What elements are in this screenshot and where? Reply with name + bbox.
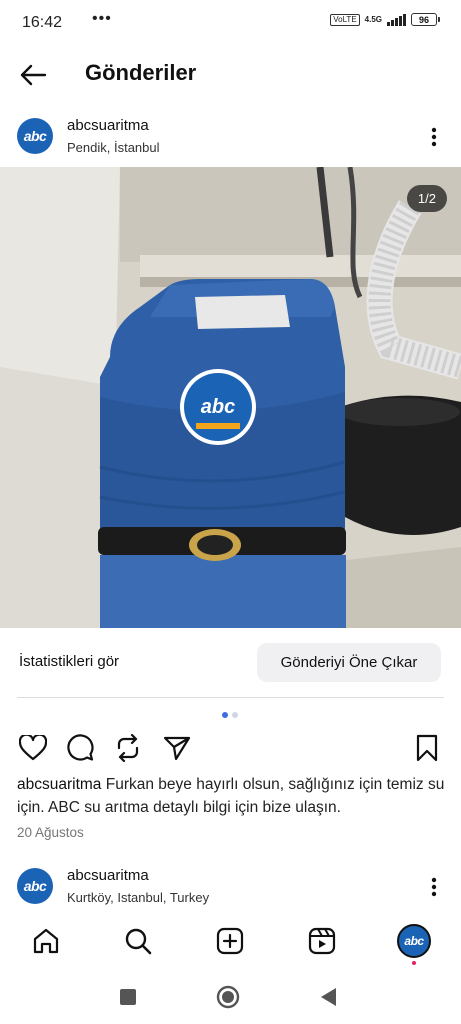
device-logo-text: abc: [201, 396, 235, 418]
profile-avatar-icon: abc: [397, 924, 431, 958]
battery-icon: 96: [411, 13, 440, 26]
carousel-indicator: [222, 712, 238, 718]
nav-search-button[interactable]: [118, 921, 158, 961]
avatar-logo-text: abc: [23, 128, 47, 144]
view-insights-link[interactable]: İstatistikleri gör: [19, 653, 119, 670]
home-icon: [33, 928, 59, 954]
plus-square-icon: [216, 927, 244, 955]
share-button[interactable]: [162, 733, 192, 763]
more-vertical-icon: [431, 877, 437, 897]
reels-icon: [308, 927, 336, 955]
search-icon: [125, 928, 152, 955]
carousel-dot: [232, 712, 238, 718]
heart-icon: [19, 735, 47, 761]
post-avatar[interactable]: abc: [17, 118, 53, 154]
square-icon: [120, 989, 136, 1005]
back-system-button[interactable]: [316, 985, 340, 1009]
notification-dot: [412, 961, 416, 965]
post-image[interactable]: abc 1/2: [0, 167, 461, 628]
post-username[interactable]: abcsuaritma: [67, 117, 149, 134]
next-post-location[interactable]: Kurtköy, Istanbul, Turkey: [67, 890, 209, 905]
volte-icon: VoLTE: [330, 13, 360, 26]
comment-icon: [67, 734, 94, 761]
nav-home-button[interactable]: [26, 921, 66, 961]
avatar-logo-text: abc: [23, 878, 47, 894]
more-vertical-icon: [431, 127, 437, 147]
boost-post-button[interactable]: Gönderiyi Öne Çıkar: [257, 643, 441, 682]
nav-reels-button[interactable]: [302, 921, 342, 961]
bookmark-icon: [416, 734, 438, 762]
repost-icon: [117, 734, 139, 762]
carousel-dot-active: [222, 712, 228, 718]
nav-create-button[interactable]: [210, 921, 250, 961]
image-counter: 1/2: [406, 185, 447, 212]
home-system-button[interactable]: [216, 985, 240, 1009]
page-title: Gönderiler: [85, 60, 197, 85]
comment-button[interactable]: [65, 733, 95, 763]
post-caption: abcsuaritma Furkan beye hayırlı olsun, s…: [17, 773, 447, 819]
caption-username[interactable]: abcsuaritma: [17, 776, 101, 793]
post-location[interactable]: Pendik, İstanbul: [67, 140, 160, 155]
repost-button[interactable]: [113, 733, 143, 763]
divider: [17, 697, 444, 698]
next-post-avatar[interactable]: abc: [17, 868, 53, 904]
avatar-logo-text: abc: [404, 934, 424, 948]
water-purifier-photo: abc: [0, 167, 461, 628]
arrow-left-icon: [20, 64, 47, 86]
status-more-dots: •••: [92, 10, 112, 27]
nav-profile-button[interactable]: abc: [394, 921, 434, 965]
post-more-button[interactable]: [424, 122, 444, 152]
next-post-username[interactable]: abcsuaritma: [67, 867, 149, 884]
bottom-navigation: abc: [0, 918, 461, 965]
signal-icon: [387, 13, 406, 26]
save-button[interactable]: [412, 733, 442, 763]
status-time: 16:42: [22, 14, 63, 31]
back-button[interactable]: [16, 58, 50, 92]
triangle-back-icon: [321, 988, 336, 1006]
post-date: 20 Ağustos: [17, 825, 84, 840]
status-bar: 16:42 ••• VoLTE 4.5G 96: [0, 0, 461, 46]
like-button[interactable]: [18, 733, 48, 763]
network-type: 4.5G: [364, 14, 382, 24]
send-icon: [163, 736, 191, 761]
recent-apps-button[interactable]: [116, 985, 140, 1009]
next-post-more-button[interactable]: [424, 872, 444, 902]
circle-icon: [216, 985, 240, 1009]
status-indicators: VoLTE 4.5G 96: [330, 13, 440, 26]
system-navigation-bar: [0, 975, 461, 1015]
